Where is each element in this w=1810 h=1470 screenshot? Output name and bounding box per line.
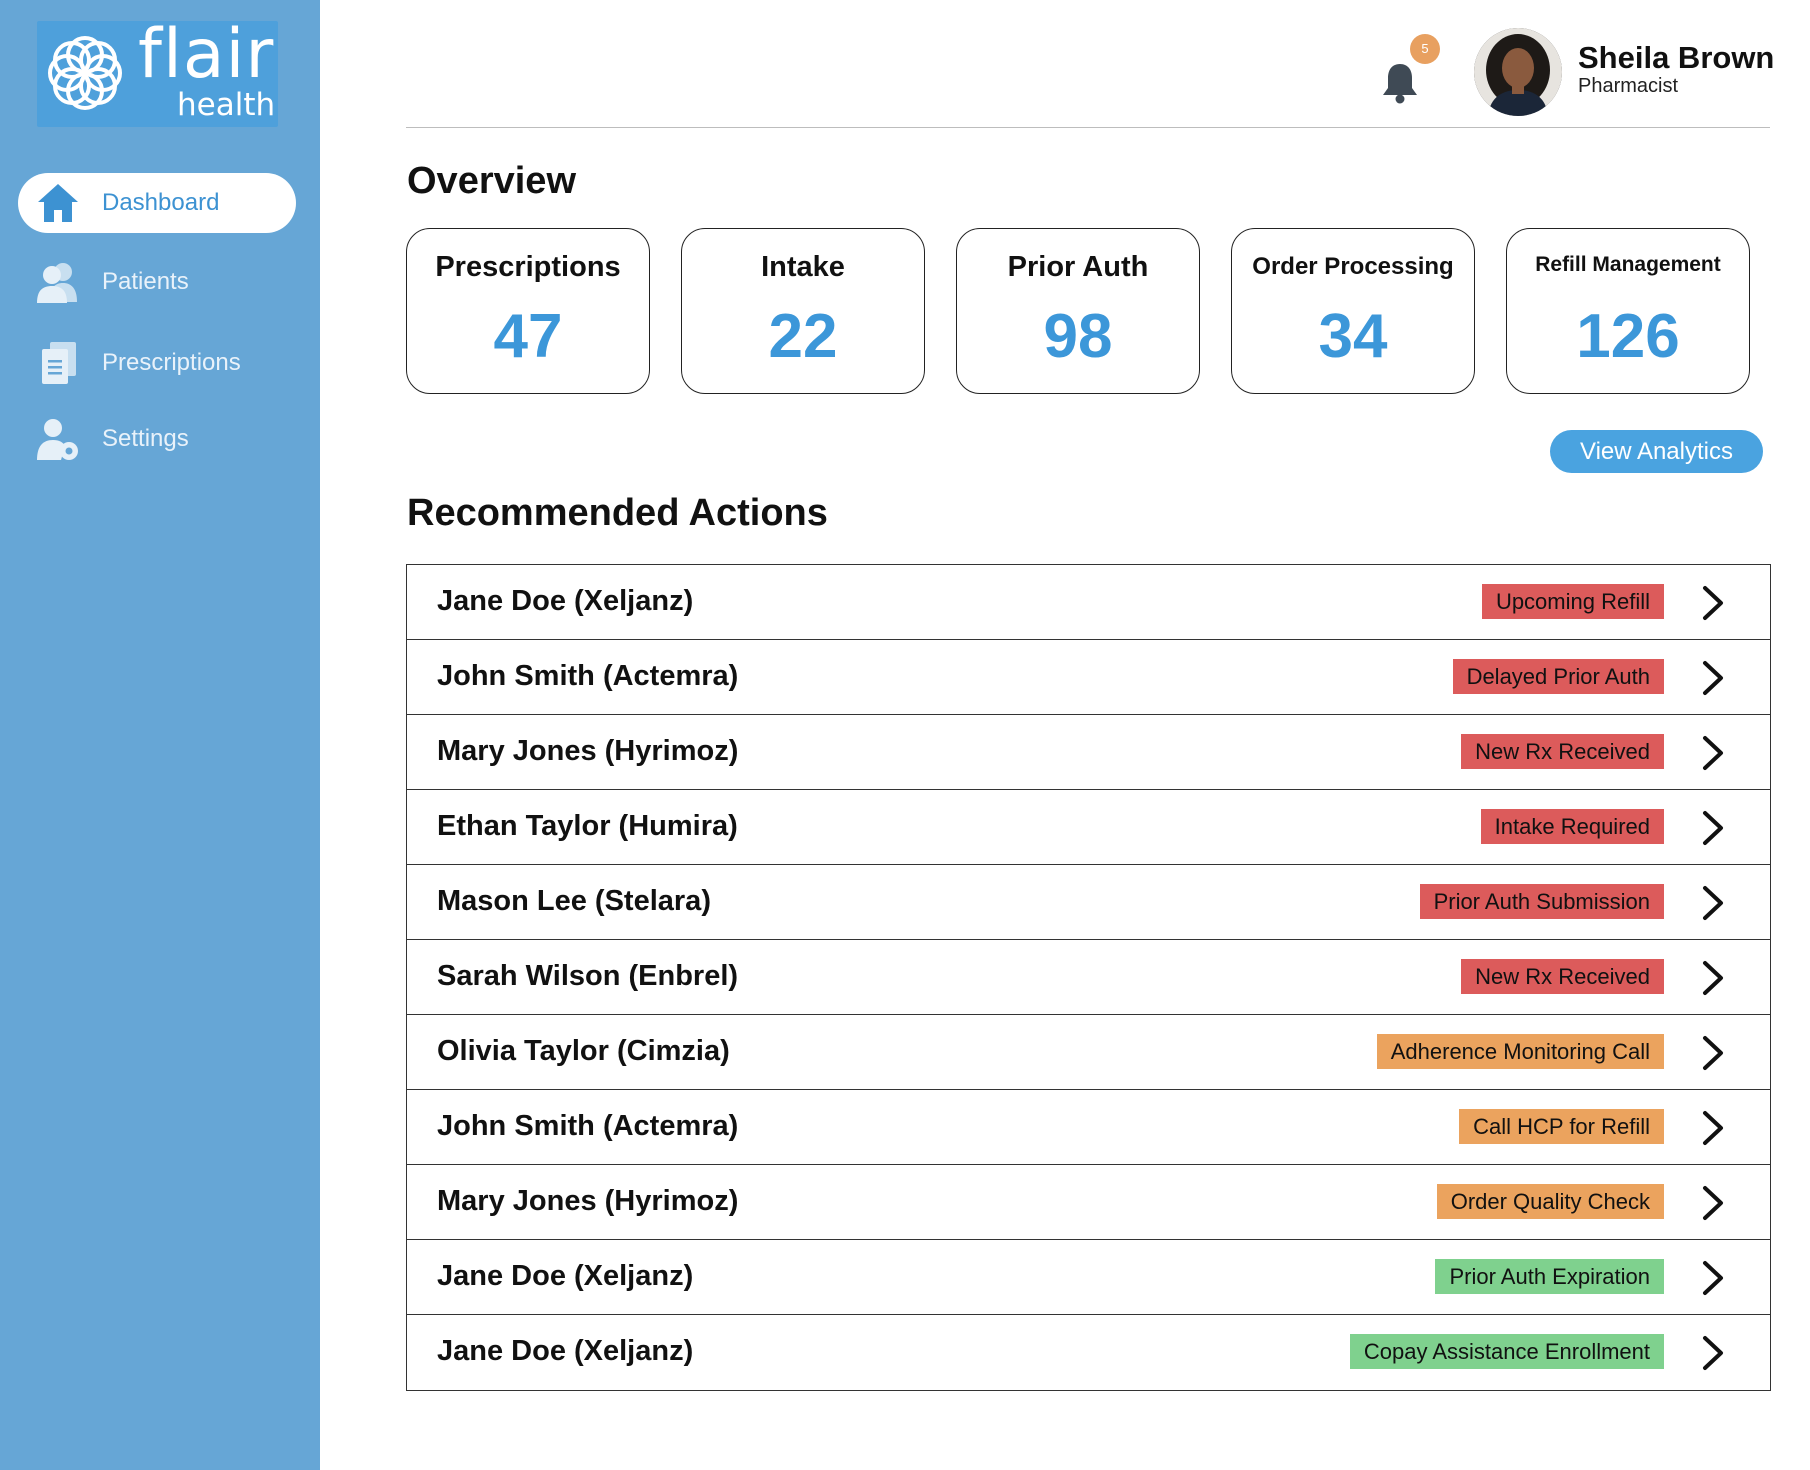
stat-value: 98 xyxy=(1043,302,1113,371)
patient-medication: Jane Doe (Xeljanz) xyxy=(437,1335,694,1367)
chevron-right-icon[interactable] xyxy=(1700,1185,1726,1226)
stat-title: Prior Auth xyxy=(1007,251,1149,283)
action-row[interactable]: Jane Doe (Xeljanz) Copay Assistance Enrol… xyxy=(407,1315,1770,1390)
stat-value: 126 xyxy=(1576,302,1680,371)
action-tag: Call HCP for Refill xyxy=(1459,1109,1664,1144)
stat-card-refill-management[interactable]: Refill Management 126 xyxy=(1506,228,1750,394)
patient-medication: Jane Doe (Xeljanz) xyxy=(437,1260,694,1292)
chevron-right-icon[interactable] xyxy=(1700,885,1726,926)
patient-medication: John Smith (Actemra) xyxy=(437,1110,739,1142)
recommended-actions-heading: Recommended Actions xyxy=(407,492,828,534)
chevron-right-icon[interactable] xyxy=(1700,1110,1726,1151)
header-divider xyxy=(406,127,1770,128)
sidebar-item-patients[interactable]: Patients xyxy=(18,252,296,312)
sidebar-item-prescriptions[interactable]: Prescriptions xyxy=(18,333,296,393)
stat-card-intake[interactable]: Intake 22 xyxy=(681,228,925,394)
sidebar-item-label: Dashboard xyxy=(102,189,220,216)
logo-tagline: health xyxy=(177,87,276,123)
sidebar: flair health Dashboard Patients Prescrip… xyxy=(0,0,320,1470)
user-name: Sheila Brown xyxy=(1578,40,1775,75)
stat-value: 34 xyxy=(1318,302,1388,371)
action-tag: Upcoming Refill xyxy=(1481,584,1664,619)
stat-card-order-processing[interactable]: Order Processing 34 xyxy=(1231,228,1475,394)
chevron-right-icon[interactable] xyxy=(1700,1035,1726,1076)
stat-value: 22 xyxy=(768,302,838,371)
action-row[interactable]: John Smith (Actemra) Call HCP for Refill xyxy=(407,1090,1770,1165)
action-row[interactable]: Mason Lee (Stelara) Prior Auth Submission xyxy=(407,865,1770,940)
action-tag: Intake Required xyxy=(1480,809,1664,844)
sidebar-item-dashboard[interactable]: Dashboard xyxy=(18,173,296,233)
action-tag: Order Quality Check xyxy=(1436,1184,1664,1219)
patient-medication: Mary Jones (Hyrimoz) xyxy=(437,1185,739,1217)
chevron-right-icon[interactable] xyxy=(1700,660,1726,701)
sidebar-item-label: Prescriptions xyxy=(102,349,241,376)
action-tag: Prior Auth Expiration xyxy=(1435,1259,1664,1294)
action-tag: New Rx Received xyxy=(1461,959,1664,994)
sidebar-item-settings[interactable]: Settings xyxy=(18,409,296,469)
sidebar-item-label: Patients xyxy=(102,268,189,295)
patient-medication: Olivia Taylor (Cimzia) xyxy=(437,1035,730,1067)
recommended-actions-list: Jane Doe (Xeljanz) Upcoming Refill John Sm… xyxy=(406,564,1771,1391)
stat-title: Refill Management xyxy=(1535,253,1721,276)
action-row[interactable]: Mary Jones (Hyrimoz) Order Quality Check xyxy=(407,1165,1770,1240)
action-row[interactable]: Olivia Taylor (Cimzia) Adherence Monitori… xyxy=(407,1015,1770,1090)
view-analytics-button[interactable]: View Analytics xyxy=(1550,430,1763,473)
patient-medication: Mary Jones (Hyrimoz) xyxy=(437,735,739,767)
stat-card-prescriptions[interactable]: Prescriptions 47 xyxy=(406,228,650,394)
patient-medication: Ethan Taylor (Humira) xyxy=(437,810,738,842)
avatar[interactable] xyxy=(1474,28,1562,116)
action-tag: Adherence Monitoring Call xyxy=(1376,1034,1664,1069)
stat-title: Intake xyxy=(761,251,845,283)
document-icon xyxy=(34,339,82,387)
flair-health-logo[interactable]: flair health xyxy=(37,15,278,127)
action-tag: Prior Auth Submission xyxy=(1419,884,1664,919)
action-row[interactable]: Jane Doe (Xeljanz) Upcoming Refill xyxy=(407,565,1770,640)
stat-title: Order Processing xyxy=(1252,253,1454,280)
home-icon xyxy=(34,179,82,227)
stat-card-prior-auth[interactable]: Prior Auth 98 xyxy=(956,228,1200,394)
action-row[interactable]: Mary Jones (Hyrimoz) New Rx Received xyxy=(407,715,1770,790)
user-role: Pharmacist xyxy=(1578,75,1679,97)
notification-count-badge: 5 xyxy=(1410,34,1440,64)
user-gear-icon xyxy=(34,415,82,463)
notification-bell-icon[interactable] xyxy=(1380,60,1420,109)
patient-medication: Sarah Wilson (Enbrel) xyxy=(437,960,739,992)
patient-medication: John Smith (Actemra) xyxy=(437,660,739,692)
chevron-right-icon[interactable] xyxy=(1700,1335,1726,1376)
action-row[interactable]: Sarah Wilson (Enbrel) New Rx Received xyxy=(407,940,1770,1015)
action-tag: New Rx Received xyxy=(1461,734,1664,769)
chevron-right-icon[interactable] xyxy=(1700,960,1726,1001)
patient-medication: Jane Doe (Xeljanz) xyxy=(437,585,694,617)
action-tag: Copay Assistance Enrollment xyxy=(1349,1334,1664,1369)
logo-wordmark: flair xyxy=(138,15,275,94)
stat-title: Prescriptions xyxy=(435,251,621,283)
action-row[interactable]: Ethan Taylor (Humira) Intake Required xyxy=(407,790,1770,865)
chevron-right-icon[interactable] xyxy=(1700,1260,1726,1301)
action-tag: Delayed Prior Auth xyxy=(1452,659,1664,694)
stat-value: 47 xyxy=(493,302,563,371)
chevron-right-icon[interactable] xyxy=(1700,810,1726,851)
flower-logo-icon xyxy=(48,36,122,110)
action-row[interactable]: John Smith (Actemra) Delayed Prior Auth xyxy=(407,640,1770,715)
users-icon xyxy=(34,258,82,306)
chevron-right-icon[interactable] xyxy=(1700,735,1726,776)
action-row[interactable]: Jane Doe (Xeljanz) Prior Auth Expiration xyxy=(407,1240,1770,1315)
overview-heading: Overview xyxy=(407,160,576,202)
chevron-right-icon[interactable] xyxy=(1700,585,1726,626)
patient-medication: Mason Lee (Stelara) xyxy=(437,885,711,917)
sidebar-item-label: Settings xyxy=(102,425,189,452)
